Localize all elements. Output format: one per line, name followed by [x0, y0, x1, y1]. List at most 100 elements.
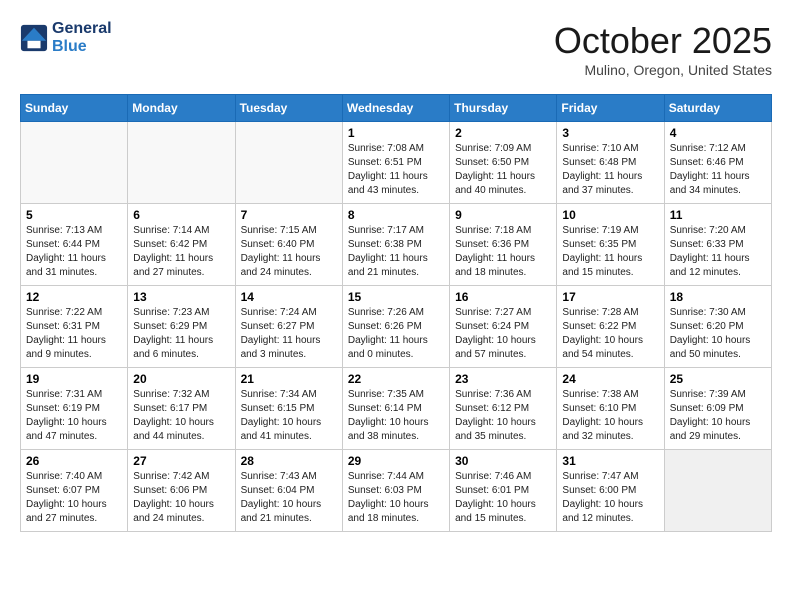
weekday-header: Thursday — [450, 95, 557, 122]
day-info: Sunrise: 7:28 AM Sunset: 6:22 PM Dayligh… — [562, 306, 658, 362]
calendar-week-row: 1 Sunrise: 7:08 AM Sunset: 6:51 PM Daylig… — [21, 122, 772, 204]
day-info: Sunrise: 7:42 AM Sunset: 6:06 PM Dayligh… — [133, 470, 229, 526]
calendar-cell: 13 Sunrise: 7:23 AM Sunset: 6:29 PM Dayli… — [128, 286, 235, 368]
day-info: Sunrise: 7:18 AM Sunset: 6:36 PM Dayligh… — [455, 224, 551, 280]
day-info: Sunrise: 7:31 AM Sunset: 6:19 PM Dayligh… — [26, 388, 122, 444]
day-info: Sunrise: 7:27 AM Sunset: 6:24 PM Dayligh… — [455, 306, 551, 362]
day-info: Sunrise: 7:23 AM Sunset: 6:29 PM Dayligh… — [133, 306, 229, 362]
day-number: 5 — [26, 208, 122, 222]
logo-icon — [20, 24, 48, 52]
calendar-cell — [664, 450, 771, 532]
day-info: Sunrise: 7:36 AM Sunset: 6:12 PM Dayligh… — [455, 388, 551, 444]
day-number: 25 — [670, 372, 766, 386]
calendar-cell: 10 Sunrise: 7:19 AM Sunset: 6:35 PM Dayli… — [557, 204, 664, 286]
calendar-week-row: 12Sunrise: 7:22 AM Sunset: 6:31 PM Dayli… — [21, 286, 772, 368]
day-info: Sunrise: 7:20 AM Sunset: 6:33 PM Dayligh… — [670, 224, 766, 280]
weekday-header: Wednesday — [342, 95, 449, 122]
calendar-cell: 8 Sunrise: 7:17 AM Sunset: 6:38 PM Daylig… — [342, 204, 449, 286]
calendar-cell: 21 Sunrise: 7:34 AM Sunset: 6:15 PM Dayli… — [235, 368, 342, 450]
day-number: 8 — [348, 208, 444, 222]
day-info: Sunrise: 7:17 AM Sunset: 6:38 PM Dayligh… — [348, 224, 444, 280]
calendar-week-row: 5 Sunrise: 7:13 AM Sunset: 6:44 PM Daylig… — [21, 204, 772, 286]
calendar-cell: 7 Sunrise: 7:15 AM Sunset: 6:40 PM Daylig… — [235, 204, 342, 286]
day-number: 20 — [133, 372, 229, 386]
day-info: Sunrise: 7:12 AM Sunset: 6:46 PM Dayligh… — [670, 142, 766, 198]
day-number: 19 — [26, 372, 122, 386]
calendar-cell: 17 Sunrise: 7:28 AM Sunset: 6:22 PM Dayli… — [557, 286, 664, 368]
day-number: 24 — [562, 372, 658, 386]
day-number: 13 — [133, 290, 229, 304]
calendar-cell: 29 Sunrise: 7:44 AM Sunset: 6:03 PM Dayli… — [342, 450, 449, 532]
calendar-cell: 11 Sunrise: 7:20 AM Sunset: 6:33 PM Dayli… — [664, 204, 771, 286]
calendar-week-row: 26Sunrise: 7:40 AM Sunset: 6:07 PM Dayli… — [21, 450, 772, 532]
day-number: 27 — [133, 454, 229, 468]
logo-text: General Blue — [52, 20, 112, 56]
day-number: 28 — [241, 454, 337, 468]
calendar-cell: 14Sunrise: 7:24 AM Sunset: 6:27 PM Dayli… — [235, 286, 342, 368]
day-number: 1 — [348, 126, 444, 140]
calendar-cell: 15 Sunrise: 7:26 AM Sunset: 6:26 PM Dayli… — [342, 286, 449, 368]
day-number: 30 — [455, 454, 551, 468]
day-number: 15 — [348, 290, 444, 304]
day-number: 29 — [348, 454, 444, 468]
calendar-cell: 31 Sunrise: 7:47 AM Sunset: 6:00 PM Dayli… — [557, 450, 664, 532]
calendar-cell: 3Sunrise: 7:10 AM Sunset: 6:48 PM Daylig… — [557, 122, 664, 204]
day-number: 31 — [562, 454, 658, 468]
day-info: Sunrise: 7:44 AM Sunset: 6:03 PM Dayligh… — [348, 470, 444, 526]
day-info: Sunrise: 7:34 AM Sunset: 6:15 PM Dayligh… — [241, 388, 337, 444]
weekday-header: Tuesday — [235, 95, 342, 122]
day-number: 22 — [348, 372, 444, 386]
day-number: 7 — [241, 208, 337, 222]
day-info: Sunrise: 7:35 AM Sunset: 6:14 PM Dayligh… — [348, 388, 444, 444]
calendar-table: SundayMondayTuesdayWednesdayThursdayFrid… — [20, 94, 772, 532]
calendar-cell: 27 Sunrise: 7:42 AM Sunset: 6:06 PM Dayli… — [128, 450, 235, 532]
weekday-header-row: SundayMondayTuesdayWednesdayThursdayFrid… — [21, 95, 772, 122]
day-info: Sunrise: 7:43 AM Sunset: 6:04 PM Dayligh… — [241, 470, 337, 526]
day-number: 16 — [455, 290, 551, 304]
day-info: Sunrise: 7:08 AM Sunset: 6:51 PM Dayligh… — [348, 142, 444, 198]
calendar-cell: 1 Sunrise: 7:08 AM Sunset: 6:51 PM Daylig… — [342, 122, 449, 204]
calendar-cell: 24 Sunrise: 7:38 AM Sunset: 6:10 PM Dayli… — [557, 368, 664, 450]
weekday-header: Saturday — [664, 95, 771, 122]
calendar-cell: 28 Sunrise: 7:43 AM Sunset: 6:04 PM Dayli… — [235, 450, 342, 532]
day-info: Sunrise: 7:15 AM Sunset: 6:40 PM Dayligh… — [241, 224, 337, 280]
day-info: Sunrise: 7:26 AM Sunset: 6:26 PM Dayligh… — [348, 306, 444, 362]
day-number: 4 — [670, 126, 766, 140]
day-number: 2 — [455, 126, 551, 140]
day-info: Sunrise: 7:40 AM Sunset: 6:07 PM Dayligh… — [26, 470, 122, 526]
weekday-header: Monday — [128, 95, 235, 122]
calendar-cell: 6 Sunrise: 7:14 AM Sunset: 6:42 PM Daylig… — [128, 204, 235, 286]
weekday-header: Friday — [557, 95, 664, 122]
day-info: Sunrise: 7:13 AM Sunset: 6:44 PM Dayligh… — [26, 224, 122, 280]
day-number: 10 — [562, 208, 658, 222]
day-info: Sunrise: 7:09 AM Sunset: 6:50 PM Dayligh… — [455, 142, 551, 198]
calendar-week-row: 19 Sunrise: 7:31 AM Sunset: 6:19 PM Dayli… — [21, 368, 772, 450]
title-block: October 2025 Mulino, Oregon, United Stat… — [554, 20, 772, 78]
calendar-cell: 9 Sunrise: 7:18 AM Sunset: 6:36 PM Daylig… — [450, 204, 557, 286]
calendar-cell: 30 Sunrise: 7:46 AM Sunset: 6:01 PM Dayli… — [450, 450, 557, 532]
day-info: Sunrise: 7:46 AM Sunset: 6:01 PM Dayligh… — [455, 470, 551, 526]
calendar-cell: 18Sunrise: 7:30 AM Sunset: 6:20 PM Dayli… — [664, 286, 771, 368]
day-info: Sunrise: 7:14 AM Sunset: 6:42 PM Dayligh… — [133, 224, 229, 280]
day-info: Sunrise: 7:10 AM Sunset: 6:48 PM Dayligh… — [562, 142, 658, 198]
day-number: 17 — [562, 290, 658, 304]
day-info: Sunrise: 7:30 AM Sunset: 6:20 PM Dayligh… — [670, 306, 766, 362]
day-number: 9 — [455, 208, 551, 222]
calendar-cell: 26Sunrise: 7:40 AM Sunset: 6:07 PM Dayli… — [21, 450, 128, 532]
day-info: Sunrise: 7:39 AM Sunset: 6:09 PM Dayligh… — [670, 388, 766, 444]
page-header: General Blue October 2025 Mulino, Oregon… — [20, 20, 772, 78]
day-info: Sunrise: 7:47 AM Sunset: 6:00 PM Dayligh… — [562, 470, 658, 526]
calendar-cell: 4 Sunrise: 7:12 AM Sunset: 6:46 PM Daylig… — [664, 122, 771, 204]
calendar-cell: 22 Sunrise: 7:35 AM Sunset: 6:14 PM Dayli… — [342, 368, 449, 450]
weekday-header: Sunday — [21, 95, 128, 122]
day-number: 11 — [670, 208, 766, 222]
calendar-cell: 23 Sunrise: 7:36 AM Sunset: 6:12 PM Dayli… — [450, 368, 557, 450]
logo: General Blue — [20, 20, 112, 56]
day-info: Sunrise: 7:38 AM Sunset: 6:10 PM Dayligh… — [562, 388, 658, 444]
day-number: 23 — [455, 372, 551, 386]
day-info: Sunrise: 7:19 AM Sunset: 6:35 PM Dayligh… — [562, 224, 658, 280]
calendar-cell — [128, 122, 235, 204]
day-number: 21 — [241, 372, 337, 386]
day-number: 6 — [133, 208, 229, 222]
day-info: Sunrise: 7:32 AM Sunset: 6:17 PM Dayligh… — [133, 388, 229, 444]
